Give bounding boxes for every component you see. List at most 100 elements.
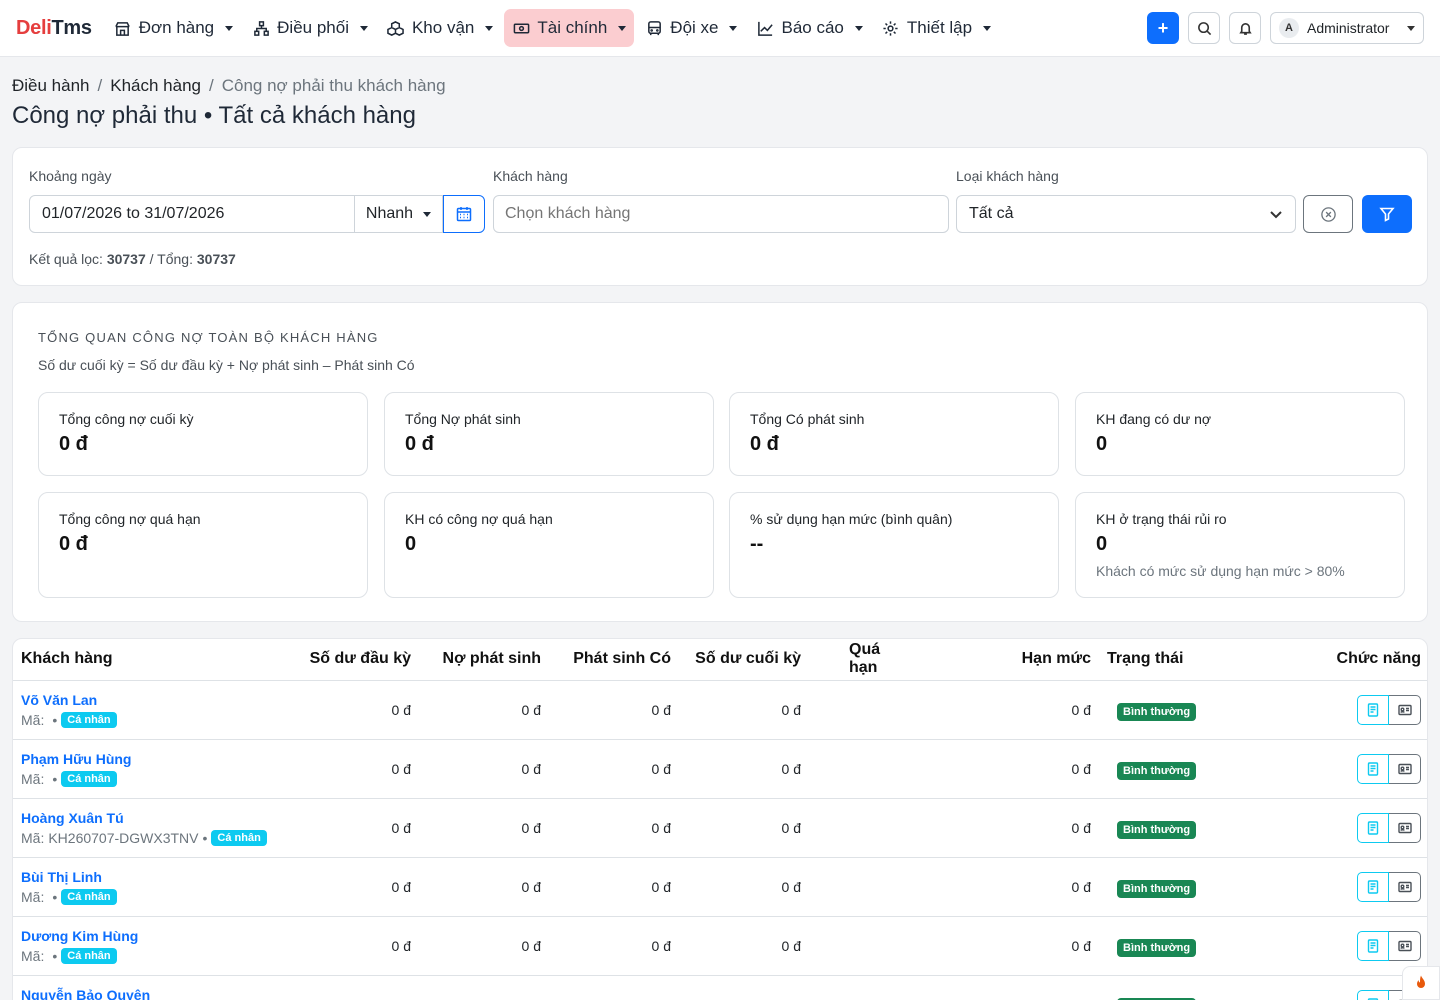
customer-code: Mã: KH260707-DGWX3TNV • Cá nhân (21, 829, 285, 846)
nav-dieu-phoi[interactable]: Điều phối (244, 9, 376, 47)
customer-select-input[interactable] (493, 195, 949, 233)
row-actions (1357, 930, 1421, 961)
calendar-button[interactable] (443, 195, 485, 233)
credit-amount: 0 đ (549, 857, 679, 917)
col-header[interactable]: Hạn mức (919, 639, 1099, 681)
table-row: Bùi Thị Linh Mã: • Cá nhân 0 đ0 đ0 đ0 đ0 đ Bì… (13, 857, 1427, 917)
kpi-value: 0 (1096, 533, 1108, 555)
customer-type-select[interactable]: Tất cả (956, 195, 1296, 233)
nav-don-hang[interactable]: Đơn hàng (106, 9, 241, 47)
overdue-amount (809, 739, 919, 799)
flame-icon (1417, 975, 1425, 988)
summary-card: Tổng quan công nợ toàn bộ khách hàng Số … (12, 302, 1428, 622)
overdue-amount (809, 916, 919, 976)
notification-button[interactable] (1229, 12, 1261, 44)
debug-toolbar-toggle[interactable] (1402, 966, 1440, 1000)
opening-balance: 0 đ (293, 739, 419, 799)
col-header[interactable]: Số dư cuối kỳ (679, 639, 809, 681)
nav-thiet-lap[interactable]: Thiết lập (874, 9, 999, 47)
kpi-value: 0 đ (59, 433, 88, 455)
customer-name-link[interactable]: Phạm Hữu Hùng (21, 751, 285, 767)
nav-kho-van[interactable]: Kho vận (379, 9, 501, 47)
kpi-card: KH ở trạng thái rủi ro 0 Khách có mức sử… (1075, 492, 1405, 598)
customer-name-link[interactable]: Nguyễn Bảo Quyên (21, 987, 285, 1000)
ledger-button[interactable] (1357, 930, 1389, 961)
opening-balance: 0 đ (293, 798, 419, 858)
clear-filter-button[interactable] (1303, 195, 1353, 233)
customer-profile-button[interactable] (1389, 753, 1421, 784)
col-header[interactable]: Quá hạn (809, 639, 919, 681)
table-row: Phạm Hữu Hùng Mã: • Cá nhân 0 đ0 đ0 đ0 đ0 đB… (13, 739, 1427, 799)
user-menu[interactable]: A Administrator (1270, 12, 1424, 44)
chevron-down-icon (1270, 211, 1282, 219)
nav-tai-chinh[interactable]: Tài chính (504, 9, 635, 47)
customer-code: Mã: • Cá nhân (21, 711, 285, 728)
calendar-icon (456, 207, 472, 222)
brand-logo[interactable]: DeliTms (16, 17, 92, 40)
nav-doi-xe[interactable]: Đội xe (637, 9, 745, 47)
customer-profile-button[interactable] (1389, 871, 1421, 902)
filter-icon (1379, 207, 1395, 222)
status-cell: Bình thường (1099, 680, 1219, 740)
customer-type-badge: Cá nhân (61, 947, 117, 964)
table-row: Dương Kim Hùng Mã: • Cá nhân 0 đ0 đ0 đ0 đ0 đ… (13, 916, 1427, 976)
ledger-button[interactable] (1357, 812, 1389, 843)
customer-profile-button[interactable] (1389, 694, 1421, 725)
apply-filter-button[interactable] (1362, 195, 1412, 233)
table-row: Nguyễn Bảo QuyênMã:•Cá nhân0 đ0 đ0 đ0 đ0… (13, 975, 1427, 1000)
document-icon (1367, 702, 1379, 717)
ledger-button[interactable] (1357, 694, 1389, 725)
overdue-amount (809, 857, 919, 917)
boxes-icon (387, 19, 405, 37)
chevron-down-icon (983, 25, 992, 31)
status-cell: Bình thường (1099, 857, 1219, 917)
kpi-value: 0 đ (405, 433, 434, 455)
breadcrumb-dieu-hanh[interactable]: Điều hành (12, 76, 90, 96)
customer-profile-button[interactable] (1389, 930, 1421, 961)
customer-name-link[interactable]: Dương Kim Hùng (21, 928, 285, 944)
credit-limit: 0 đ (919, 680, 1099, 740)
credit-limit: 0 đ (919, 916, 1099, 976)
credit-limit: 0 đ (919, 739, 1099, 799)
col-header[interactable]: Chức năng (1219, 639, 1427, 681)
receivables-table-card: Khách hàng Số dư đầu kỳ Nợ phát sinh Phá… (12, 638, 1428, 1000)
row-actions (1357, 812, 1421, 843)
customer-profile-button[interactable] (1389, 812, 1421, 843)
quick-range-dropdown[interactable]: Nhanh (355, 195, 443, 233)
customer-type-badge: Cá nhân (61, 888, 117, 905)
kpi-value: 0 đ (59, 533, 88, 555)
ledger-button[interactable] (1357, 871, 1389, 902)
ledger-button[interactable] (1357, 753, 1389, 784)
col-header[interactable]: Khách hàng (13, 639, 293, 681)
col-header[interactable]: Số dư đầu kỳ (293, 639, 419, 681)
col-header[interactable]: Trạng thái (1099, 639, 1219, 681)
customer-name-link[interactable]: Bùi Thị Linh (21, 869, 285, 885)
status-badge: Bình thường (1117, 702, 1197, 721)
chevron-down-icon (618, 25, 627, 31)
chevron-down-icon (1407, 25, 1415, 31)
col-header[interactable]: Nợ phát sinh (419, 639, 549, 681)
debit-amount: 0 đ (419, 739, 549, 799)
chevron-down-icon (729, 25, 738, 31)
kpi-value: 0 (1096, 433, 1108, 455)
kpi-card: KH có công nợ quá hạn 0 (384, 492, 714, 598)
receivables-table: Khách hàng Số dư đầu kỳ Nợ phát sinh Phá… (13, 639, 1427, 1000)
date-range-input[interactable]: 01/07/2026 to 31/07/2026 (29, 195, 355, 233)
customer-name-link[interactable]: Hoàng Xuân Tú (21, 810, 285, 826)
customer-name-link[interactable]: Võ Văn Lan (21, 692, 285, 708)
breadcrumb-khach-hang[interactable]: Khách hàng (110, 76, 201, 96)
ledger-button[interactable] (1357, 989, 1389, 1000)
actions-cell (1219, 739, 1427, 799)
circle-x-icon (1320, 206, 1336, 222)
nav-bao-cao[interactable]: Báo cáo (748, 9, 870, 47)
credit-limit: 0 đ (919, 857, 1099, 917)
col-header[interactable]: Phát sinh Có (549, 639, 679, 681)
customer-type-label: Loại khách hàng (956, 168, 1059, 184)
add-button[interactable]: + (1147, 12, 1179, 44)
status-cell: Bình thường (1099, 916, 1219, 976)
customer-type-badge: Cá nhân (211, 829, 267, 846)
kpi-value: -- (750, 533, 764, 555)
search-button[interactable] (1188, 12, 1220, 44)
actions-cell (1219, 680, 1427, 740)
document-icon (1367, 879, 1379, 894)
